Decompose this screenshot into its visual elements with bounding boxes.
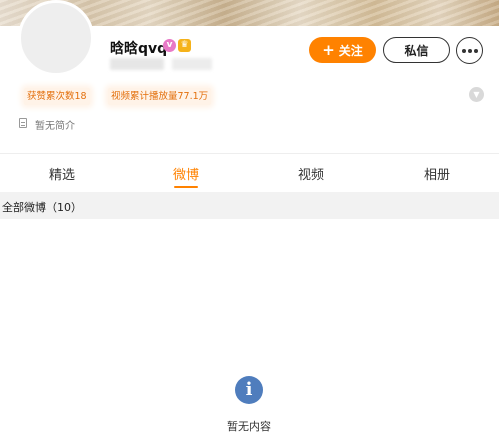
- info-icon: i: [235, 376, 263, 404]
- document-icon: [19, 118, 27, 128]
- crown-badge-icon[interactable]: ♛: [178, 39, 191, 52]
- dot-icon: [467, 48, 472, 53]
- divider: [0, 153, 499, 154]
- avatar[interactable]: [18, 0, 94, 76]
- empty-state-text: 暂无内容: [227, 420, 271, 433]
- dot-icon: [461, 48, 466, 53]
- blurred-info: [110, 58, 164, 70]
- follow-button[interactable]: + 关注: [309, 37, 376, 63]
- dot-icon: [473, 48, 478, 53]
- follow-label: 关注: [338, 43, 363, 58]
- message-button[interactable]: 私信: [383, 37, 450, 63]
- bio-text: 暂无简介: [35, 121, 75, 132]
- tab-video[interactable]: 视频: [281, 164, 341, 183]
- vip-badge-icon[interactable]: v: [163, 39, 176, 52]
- tab-weibo[interactable]: 微博: [156, 164, 216, 183]
- likes-stat: 获赞累次数18: [24, 88, 90, 105]
- username: 晗晗qvq: [110, 41, 168, 57]
- tab-featured[interactable]: 精选: [32, 164, 92, 183]
- more-options-button[interactable]: [456, 37, 483, 64]
- views-stat: 视频累计播放量77.1万: [108, 88, 212, 105]
- section-title: 全部微博（10）: [2, 201, 82, 214]
- active-tab-indicator: [174, 186, 198, 188]
- blurred-info: [172, 58, 212, 70]
- chevron-down-icon[interactable]: ▼: [469, 87, 484, 102]
- plus-icon: +: [322, 40, 335, 59]
- tab-album[interactable]: 相册: [407, 164, 467, 183]
